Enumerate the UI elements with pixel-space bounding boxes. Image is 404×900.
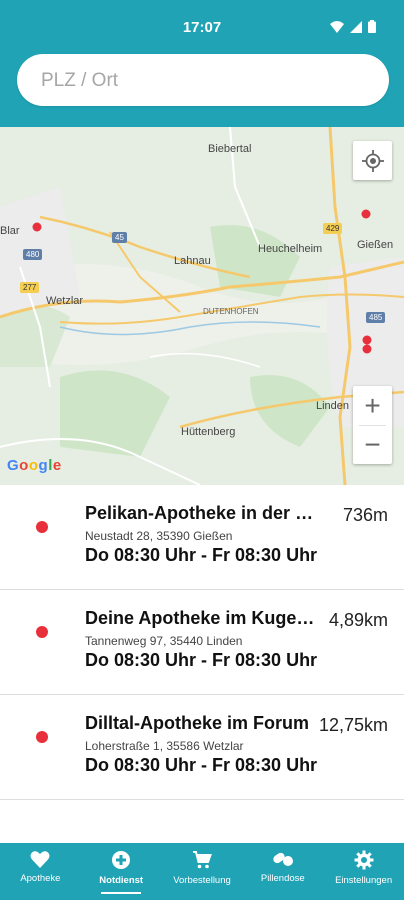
signal-icon (350, 20, 362, 33)
status-bar: 17:07 (0, 0, 404, 46)
pharmacy-distance: 4,89km (328, 610, 388, 630)
pills-icon (273, 852, 293, 866)
pharmacy-item[interactable]: Dilltal-Apotheke im Forum 12,75km Lohers… (0, 695, 404, 800)
header: 17:07 (0, 0, 404, 127)
gear-icon (354, 850, 374, 870)
road-shield-429: 429 (323, 223, 343, 234)
nav-label: Vorbestellung (173, 875, 231, 886)
map-label-blar: Blar (0, 225, 20, 237)
zoom-in-button[interactable]: + (353, 386, 392, 425)
pharmacy-address: Neustadt 28, 35390 Gießen (85, 529, 233, 543)
pharmacy-address: Loherstraße 1, 35586 Wetzlar (85, 739, 244, 753)
road-shield-277: 277 (20, 282, 40, 293)
zoom-out-button[interactable]: − (353, 426, 392, 464)
nav-item-vorbestellung[interactable]: Vorbestellung (162, 843, 243, 900)
system-icons (330, 20, 376, 33)
pharmacy-hours: Do 08:30 Uhr - Fr 08:30 Uhr (85, 650, 318, 670)
pharmacy-hours: Do 08:30 Uhr - Fr 08:30 Uhr (85, 545, 318, 565)
pharmacy-list: Pelikan-Apotheke in der Neustadt 736m Ne… (0, 485, 404, 800)
nav-item-pillendose[interactable]: Pillendose (242, 843, 323, 900)
heart-icon (30, 851, 50, 868)
nav-label: Notdienst (99, 875, 144, 886)
zoom-controls: + − (353, 386, 392, 464)
map-marker[interactable] (32, 222, 42, 232)
pharmacy-distance: 12,75km (318, 715, 388, 735)
map-label-linden: Linden (316, 400, 350, 412)
map-marker[interactable] (361, 209, 371, 219)
pharmacy-name: Pelikan-Apotheke in der Neustadt (85, 503, 317, 523)
wifi-icon (330, 20, 344, 33)
google-logo: Google (7, 457, 62, 474)
bottom-navigation: Apotheke Notdienst Vorbestellung Pillend… (0, 843, 404, 900)
map-label-huettenberg: Hüttenberg (181, 426, 236, 438)
map-label-wetzlar: Wetzlar (46, 295, 84, 307)
nav-item-apotheke[interactable]: Apotheke (0, 843, 81, 900)
status-dot (36, 626, 48, 638)
road-shield-45: 45 (112, 232, 127, 243)
status-dot (36, 521, 48, 533)
pharmacy-hours: Do 08:30 Uhr - Fr 08:30 Uhr (85, 755, 318, 775)
search-input[interactable] (39, 54, 363, 108)
nav-label: Apotheke (20, 873, 61, 884)
pharmacy-item[interactable]: Deine Apotheke im Kugelhof 4,89km Tannen… (0, 590, 404, 695)
map-label-biebertal: Biebertal (208, 143, 252, 155)
nav-item-einstellungen[interactable]: Einstellungen (323, 843, 404, 900)
emergency-icon (112, 851, 131, 869)
map-label-lahnau: Lahnau (174, 255, 211, 267)
map-marker[interactable] (362, 344, 372, 354)
map-label-dutenhofen: DUTENHOFEN (203, 307, 259, 316)
search-bar[interactable] (17, 54, 389, 108)
crosshair-icon (361, 149, 384, 172)
status-dot (36, 731, 48, 743)
cart-icon (192, 851, 212, 869)
active-indicator (101, 892, 142, 894)
map-label-giessen: Gießen (357, 239, 394, 251)
my-location-button[interactable] (353, 141, 392, 180)
pharmacy-name: Dilltal-Apotheke im Forum (85, 713, 310, 733)
pharmacy-distance: 736m (342, 505, 388, 525)
pharmacy-item[interactable]: Pelikan-Apotheke in der Neustadt 736m Ne… (0, 485, 404, 590)
battery-icon (368, 20, 376, 33)
road-shield-480: 480 (23, 249, 43, 260)
map[interactable]: Biebertal Heuchelheim Gießen Lahnau Wetz… (0, 127, 404, 485)
map-label-heuchelheim: Heuchelheim (258, 243, 323, 255)
nav-label: Pillendose (260, 873, 305, 884)
pharmacy-address: Tannenweg 97, 35440 Linden (85, 634, 243, 648)
pharmacy-name: Deine Apotheke im Kugelhof (85, 608, 317, 628)
nav-label: Einstellungen (335, 875, 393, 886)
road-shield-485: 485 (366, 312, 386, 323)
nav-item-notdienst[interactable]: Notdienst (81, 843, 162, 900)
